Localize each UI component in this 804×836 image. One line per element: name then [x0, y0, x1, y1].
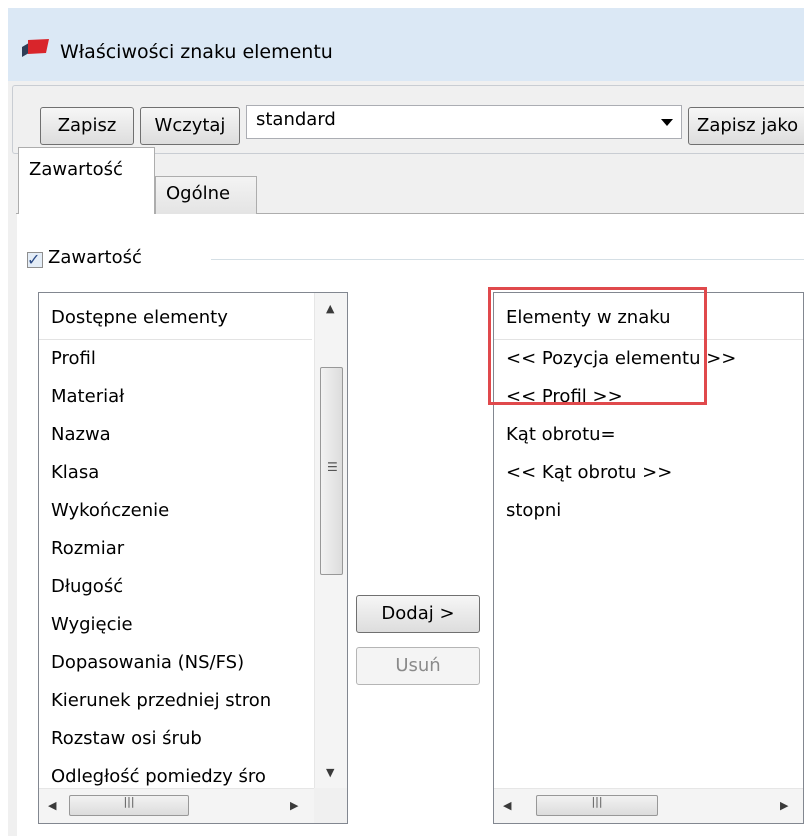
list-item[interactable]: Klasa: [39, 454, 271, 492]
horizontal-scrollbar[interactable]: ◀ ||| ▶: [494, 788, 803, 823]
group-divider: [211, 259, 804, 260]
list-item[interactable]: Rozmiar: [39, 530, 271, 568]
available-list-header: Dostępne elementy: [51, 307, 228, 328]
scrollbar-corner: [314, 788, 347, 823]
list-item[interactable]: Nazwa: [39, 416, 271, 454]
horizontal-scroll-thumb[interactable]: |||: [536, 795, 658, 816]
preset-value: standard: [256, 109, 336, 130]
contents-checkbox-label[interactable]: Zawartość: [48, 247, 142, 268]
list-item[interactable]: Wygięcie: [39, 606, 271, 644]
grip-icon: ☰: [327, 460, 338, 474]
list-item[interactable]: Materiał: [39, 378, 271, 416]
remove-button[interactable]: Usuń: [356, 647, 480, 685]
list-item[interactable]: Kąt obrotu=: [494, 416, 736, 454]
window-title: Właściwości znaku elementu: [60, 41, 333, 63]
list-item[interactable]: Rozstaw osi śrub: [39, 720, 271, 758]
app-icon: [22, 39, 49, 57]
checkmark-icon: ✓: [27, 250, 41, 269]
horizontal-scroll-thumb[interactable]: |||: [69, 795, 189, 816]
list-item[interactable]: Profil: [39, 340, 271, 378]
tab-contents-label: Zawartość: [29, 159, 123, 180]
horizontal-scrollbar[interactable]: ◀ ||| ▶: [39, 788, 314, 823]
scroll-up-arrow-icon[interactable]: ▲: [326, 302, 334, 315]
title-bar: Właściwości znaku elementu: [8, 8, 804, 81]
available-items: Profil Materiał Nazwa Klasa Wykończenie …: [39, 340, 271, 796]
vertical-scroll-thumb[interactable]: ☰: [320, 367, 343, 575]
scroll-down-arrow-icon[interactable]: ▼: [326, 766, 334, 779]
list-item[interactable]: << Kąt obrotu >>: [494, 454, 736, 492]
list-item[interactable]: Dopasowania (NS/FS): [39, 644, 271, 682]
preset-combobox[interactable]: standard: [246, 105, 682, 139]
grip-icon: |||: [591, 795, 603, 808]
scroll-right-arrow-icon[interactable]: ▶: [780, 799, 788, 812]
save-button[interactable]: Zapisz: [40, 107, 134, 145]
scroll-left-arrow-icon[interactable]: ◀: [503, 799, 511, 812]
tab-general[interactable]: Ogólne: [155, 176, 257, 214]
grip-icon: |||: [123, 795, 135, 808]
list-item[interactable]: stopni: [494, 492, 736, 530]
available-elements-list[interactable]: Dostępne elementy Profil Materiał Nazwa …: [38, 292, 348, 824]
list-item[interactable]: Długość: [39, 568, 271, 606]
dropdown-arrow-icon[interactable]: [661, 119, 673, 126]
scroll-left-arrow-icon[interactable]: ◀: [48, 799, 56, 812]
scroll-right-arrow-icon[interactable]: ▶: [290, 799, 298, 812]
load-button[interactable]: Wczytaj: [140, 107, 240, 145]
tab-contents[interactable]: Zawartość: [18, 147, 155, 214]
list-item[interactable]: Wykończenie: [39, 492, 271, 530]
highlight-box: [488, 287, 707, 405]
contents-checkbox[interactable]: ✓: [27, 250, 43, 269]
save-as-button[interactable]: Zapisz jako: [688, 107, 804, 145]
list-item[interactable]: Kierunek przedniej stron: [39, 682, 271, 720]
add-button[interactable]: Dodaj >: [356, 595, 480, 633]
dialog-body: Zapisz Wczytaj standard Zapisz jako Ogól…: [8, 81, 804, 836]
vertical-scrollbar[interactable]: ▲ ☰ ▼: [314, 293, 347, 788]
toolbar: Zapisz Wczytaj standard Zapisz jako: [12, 85, 804, 154]
